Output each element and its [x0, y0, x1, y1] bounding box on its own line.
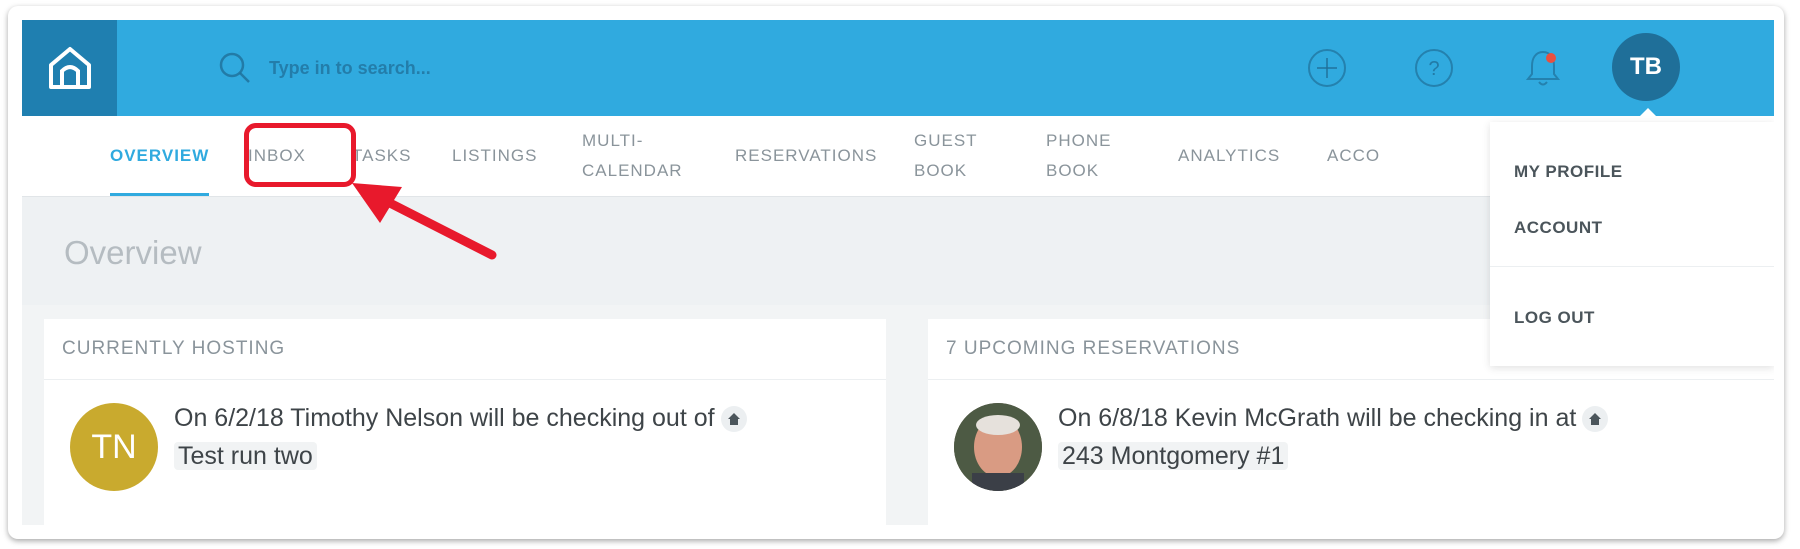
nav-overview-label: OVERVIEW: [110, 146, 210, 165]
search-input[interactable]: Type in to search...: [269, 58, 431, 79]
home-icon: [720, 406, 747, 433]
guest-photo: [954, 403, 1042, 491]
notifications-button[interactable]: [1521, 46, 1565, 90]
nav-multi-calendar[interactable]: MULTI- CALENDAR: [582, 116, 683, 196]
listing-link[interactable]: Test run two: [174, 442, 317, 470]
activity-text: On 6/8/18 Kevin McGrath will be checking…: [1058, 399, 1754, 475]
home-logo-button[interactable]: [22, 20, 117, 116]
activity-message: On 6/2/18 Timothy Nelson will be checkin…: [174, 404, 715, 432]
nav-multi-calendar-label: MULTI- CALENDAR: [582, 131, 683, 180]
nav-guest-book-label: GUEST BOOK: [914, 131, 978, 180]
listing-link[interactable]: 243 Montgomery #1: [1058, 442, 1289, 470]
user-avatar-button[interactable]: TB: [1612, 33, 1680, 101]
nav-account-label: ACCO: [1327, 146, 1381, 165]
nav-reservations[interactable]: RESERVATIONS: [735, 116, 877, 196]
profile-dropdown-menu: MY PROFILE ACCOUNT LOG OUT: [1490, 122, 1774, 366]
home-icon: [1582, 406, 1609, 433]
activity-text: On 6/2/18 Timothy Nelson will be checkin…: [174, 399, 866, 475]
menu-item-account[interactable]: ACCOUNT: [1514, 218, 1603, 238]
home-logo-icon: [48, 47, 91, 89]
nav-phone-book-label: PHONE BOOK: [1046, 131, 1112, 180]
divider: [1490, 266, 1774, 267]
card-title: 7 UPCOMING RESERVATIONS: [946, 338, 1241, 359]
nav-account[interactable]: ACCO: [1327, 116, 1380, 196]
add-button[interactable]: [1305, 46, 1349, 90]
menu-item-log-out[interactable]: LOG OUT: [1514, 308, 1595, 328]
nav-analytics-label: ANALYTICS: [1178, 146, 1281, 165]
nav-guest-book[interactable]: GUEST BOOK: [914, 116, 978, 196]
menu-item-my-profile[interactable]: MY PROFILE: [1514, 162, 1623, 182]
currently-hosting-card: CURRENTLY HOSTING TN On 6/2/18 Timothy N…: [44, 319, 886, 525]
nav-listings-label: LISTINGS: [452, 146, 538, 165]
page-title: Overview: [64, 234, 202, 271]
card-header: CURRENTLY HOSTING: [44, 319, 886, 380]
nav-reservations-label: RESERVATIONS: [735, 146, 878, 165]
svg-text:?: ?: [1428, 58, 1439, 80]
card-title: CURRENTLY HOSTING: [62, 338, 286, 359]
help-button[interactable]: ?: [1412, 46, 1456, 90]
top-bar: Type in to search... ? TB: [22, 20, 1774, 116]
activity-message: On 6/8/18 Kevin McGrath will be checking…: [1058, 404, 1577, 432]
app-window: Type in to search... ? TB OVERVIEW INBOX…: [22, 20, 1774, 525]
help-icon: ?: [1415, 49, 1453, 87]
bell-icon: [1525, 50, 1561, 86]
avatar: TN: [70, 403, 158, 491]
nav-phone-book[interactable]: PHONE BOOK: [1046, 116, 1111, 196]
search-box[interactable]: Type in to search...: [217, 48, 431, 88]
list-item[interactable]: On 6/8/18 Kevin McGrath will be checking…: [928, 389, 1774, 499]
screenshot-frame: Type in to search... ? TB OVERVIEW INBOX…: [8, 6, 1784, 539]
nav-overview[interactable]: OVERVIEW: [110, 116, 210, 196]
guest-photo-avatar: [954, 403, 1042, 491]
active-tab-indicator: [110, 193, 210, 196]
nav-analytics[interactable]: ANALYTICS: [1178, 116, 1280, 196]
annotation-arrow-icon: [352, 183, 497, 260]
dropdown-caret: [1634, 108, 1662, 122]
plus-circle-icon: [1308, 49, 1346, 87]
search-icon: [219, 52, 250, 83]
nav-tasks-label: TASKS: [352, 146, 412, 165]
list-item[interactable]: TN On 6/2/18 Timothy Nelson will be chec…: [44, 389, 886, 499]
